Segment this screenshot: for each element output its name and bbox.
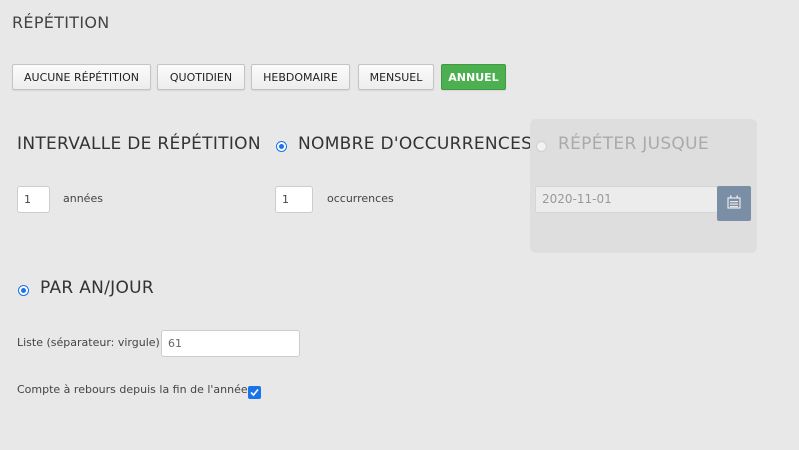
occurrences-radio[interactable]: [276, 141, 287, 152]
countdown-label: Compte à rebours depuis la fin de l'anné…: [17, 383, 248, 396]
calendar-icon: [727, 194, 741, 213]
tab-aucune-repetition[interactable]: AUCUNE RÉPÉTITION: [12, 64, 151, 90]
check-icon: [250, 388, 259, 397]
tab-quotidien[interactable]: QUOTIDIEN: [157, 64, 245, 90]
occurrences-heading: NOMBRE D'OCCURRENCES: [298, 134, 533, 154]
tab-annuel[interactable]: ANNUEL: [441, 64, 506, 90]
countdown-checkbox[interactable]: [248, 386, 261, 399]
tab-mensuel[interactable]: MENSUEL: [358, 64, 434, 90]
repeat-until-heading: RÉPÉTER JUSQUE: [558, 134, 709, 154]
list-label: Liste (séparateur: virgule): [17, 336, 160, 349]
occurrences-unit-label: occurrences: [327, 192, 394, 205]
interval-heading: INTERVALLE DE RÉPÉTITION: [17, 134, 261, 154]
page-title: RÉPÉTITION: [12, 13, 110, 32]
interval-input[interactable]: 1: [17, 186, 50, 213]
list-input[interactable]: 61: [161, 330, 300, 357]
tab-hebdomaire[interactable]: HEBDOMAIRE: [251, 64, 350, 90]
repeat-until-date-input[interactable]: 2020-11-01: [535, 186, 718, 213]
repeat-until-radio[interactable]: [536, 141, 547, 152]
by-year-day-radio[interactable]: [18, 285, 29, 296]
occurrences-input[interactable]: 1: [275, 186, 313, 213]
calendar-button[interactable]: [717, 186, 751, 221]
interval-unit-label: années: [63, 192, 103, 205]
by-year-day-heading: PAR AN/JOUR: [40, 278, 155, 298]
